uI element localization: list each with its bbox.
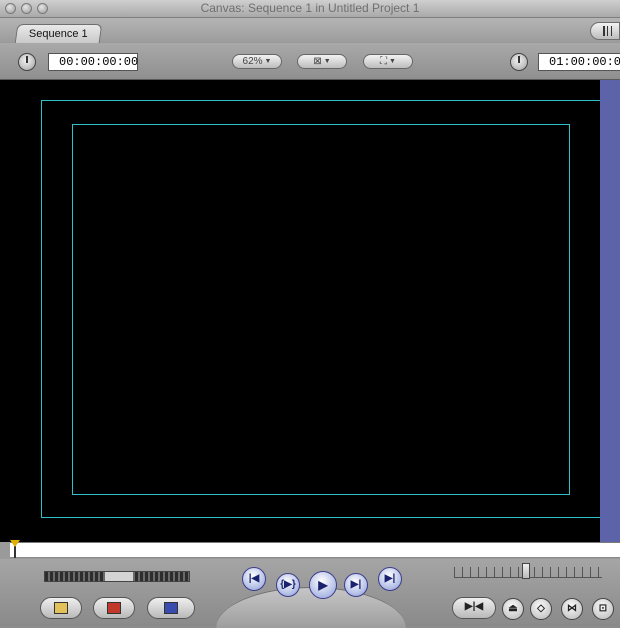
- shuttle-knob[interactable]: [105, 572, 133, 581]
- overwrite-icon: [107, 602, 121, 614]
- insert-edit-button[interactable]: [40, 597, 82, 619]
- scrubber-bar[interactable]: [10, 542, 620, 558]
- canvas-video-area[interactable]: [10, 80, 601, 542]
- shuttle-dial-icon[interactable]: [18, 53, 36, 71]
- video-left-edge: [0, 80, 10, 542]
- control-row: 00:00:00:00 62%▼ ⊠▼ ⛶▼ 01:00:00:00: [0, 43, 620, 80]
- display-popup[interactable]: ⛶ ▼: [363, 54, 413, 69]
- transport-controls: |◀ {▶} ▶ ▶| ▶| ▶|◀ ⏏ ◇ ⋈ ⊡: [0, 559, 620, 628]
- insert-icon: [54, 602, 68, 614]
- prev-edit-button[interactable]: |◀: [242, 567, 266, 591]
- title-safe-overlay: [72, 124, 570, 495]
- canvas-window: Canvas: Sequence 1 in Untitled Project 1…: [0, 0, 620, 628]
- playhead-line: [14, 546, 16, 558]
- side-panel-edge: [600, 80, 620, 542]
- overwrite-edit-button[interactable]: [93, 597, 135, 619]
- view-popup[interactable]: ⊠ ▼: [297, 54, 347, 69]
- columns-icon: [603, 26, 612, 36]
- export-button[interactable]: ⊡: [592, 598, 614, 620]
- replace-edit-button[interactable]: [147, 597, 195, 619]
- play-button[interactable]: ▶: [309, 571, 337, 599]
- shuttle-control[interactable]: [44, 571, 190, 582]
- replace-icon: [164, 602, 178, 614]
- jog-control[interactable]: [454, 563, 602, 579]
- tab-sequence-1[interactable]: Sequence 1: [14, 24, 103, 43]
- add-marker-button[interactable]: ⋈: [561, 598, 583, 620]
- play-in-to-out-button[interactable]: {▶}: [276, 573, 300, 597]
- current-timecode-field[interactable]: 00:00:00:00: [48, 53, 138, 71]
- duration-dial-icon: [510, 53, 528, 71]
- match-frame-icon: ▶|◀: [464, 601, 484, 612]
- title-bar[interactable]: Canvas: Sequence 1 in Untitled Project 1: [0, 0, 620, 18]
- tab-row: Sequence 1: [0, 18, 620, 43]
- chevron-down-icon: ▼: [389, 58, 396, 65]
- duration-timecode-field[interactable]: 01:00:00:00: [538, 53, 620, 71]
- pane-toggle-button[interactable]: [590, 22, 620, 40]
- chevron-down-icon: ▼: [323, 58, 331, 65]
- mark-clip-button[interactable]: ⏏: [502, 598, 524, 620]
- match-frame-button[interactable]: ▶|◀: [452, 597, 496, 619]
- play-around-button[interactable]: ▶|: [344, 573, 368, 597]
- add-keyframe-button[interactable]: ◇: [530, 598, 552, 620]
- playhead-marker-icon[interactable]: [10, 540, 20, 547]
- next-edit-button[interactable]: ▶|: [378, 567, 402, 591]
- jog-knob[interactable]: [522, 563, 530, 579]
- zoom-popup[interactable]: 62% ▼: [232, 54, 282, 69]
- window-title: Canvas: Sequence 1 in Untitled Project 1: [200, 1, 420, 15]
- chevron-down-icon: ▼: [264, 58, 272, 65]
